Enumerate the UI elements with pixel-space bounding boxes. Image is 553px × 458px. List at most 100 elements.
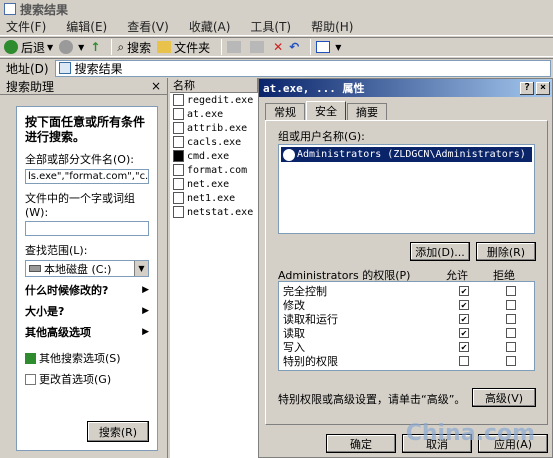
- deny-checkbox[interactable]: [505, 300, 516, 310]
- word-input[interactable]: [25, 221, 149, 236]
- undo-icon: ↶: [289, 40, 300, 54]
- link-label: 其他搜索选项(S): [39, 352, 121, 365]
- up-button[interactable]: ↑: [90, 40, 100, 54]
- assistant-close-icon[interactable]: ×: [151, 79, 161, 93]
- option-advanced[interactable]: 其他高级选项 ▶: [25, 324, 149, 340]
- file-name: at.exe: [187, 108, 224, 120]
- list-item[interactable]: attrib.exe: [170, 121, 258, 135]
- file-icon: [173, 94, 184, 106]
- address-input[interactable]: 搜索结果: [54, 59, 551, 77]
- address-label: 地址(D): [6, 61, 49, 76]
- deny-checkbox[interactable]: [505, 356, 516, 366]
- folders-button[interactable]: 文件夹: [157, 39, 210, 56]
- permission-row: 读取和运行 ✔: [279, 312, 534, 326]
- views-icon: [316, 41, 331, 53]
- search-button[interactable]: ⌕ 搜索: [117, 39, 151, 56]
- option-modified[interactable]: 什么时候修改的? ▶: [25, 282, 149, 298]
- tab-security[interactable]: 安全: [306, 101, 346, 120]
- chevron-down-icon[interactable]: ▼: [134, 261, 148, 276]
- list-item[interactable]: regedit.exe: [170, 93, 258, 107]
- list-item[interactable]: cacls.exe: [170, 135, 258, 149]
- folders-label: 文件夹: [174, 40, 211, 55]
- list-item[interactable]: net1.exe: [170, 191, 258, 205]
- ok-button[interactable]: 确定: [326, 434, 396, 453]
- allow-checkbox[interactable]: ✔: [458, 342, 469, 352]
- expand-arrow-icon: ▶: [142, 285, 149, 295]
- deny-checkbox[interactable]: [505, 328, 516, 338]
- undo-button[interactable]: ↶: [289, 40, 299, 54]
- up-folder-icon: ↑: [90, 40, 101, 54]
- forward-arrow-icon: [59, 40, 74, 54]
- help-button[interactable]: ?: [520, 81, 534, 95]
- security-tab-panel: 组或用户名称(G): Administrators (ZLDGCN\Admini…: [265, 120, 548, 425]
- option-label: 其他高级选项: [25, 326, 91, 339]
- user-row[interactable]: Administrators (ZLDGCN\Administrators): [281, 147, 532, 162]
- delete-button[interactable]: ✕: [273, 40, 283, 54]
- list-item[interactable]: at.exe: [170, 107, 258, 121]
- menubar: 文件(F) 编辑(E) 查看(V) 收藏(A) 工具(T) 帮助(H): [0, 18, 553, 36]
- allow-checkbox[interactable]: ✔: [458, 314, 469, 324]
- option-label: 什么时候修改的?: [25, 284, 109, 297]
- toolbar-separator: [111, 39, 113, 55]
- option-label: 大小是?: [25, 305, 65, 318]
- allow-checkbox[interactable]: [458, 356, 469, 366]
- allow-checkbox[interactable]: ✔: [458, 328, 469, 338]
- list-item[interactable]: format.com: [170, 163, 258, 177]
- window-title: 搜索结果: [20, 2, 69, 17]
- views-dropdown-icon[interactable]: ▼: [335, 43, 341, 52]
- forward-button[interactable]: ▼: [59, 40, 84, 54]
- deny-checkbox[interactable]: [505, 286, 516, 296]
- link-other-search[interactable]: 其他搜索选项(S): [25, 350, 149, 366]
- folder-icon: [157, 41, 172, 53]
- menu-view[interactable]: 查看(V): [127, 18, 169, 35]
- expand-arrow-icon: ▶: [142, 327, 149, 337]
- menu-file[interactable]: 文件(F): [6, 18, 46, 35]
- menu-tools[interactable]: 工具(T): [250, 18, 291, 35]
- file-name: net.exe: [187, 178, 230, 190]
- back-button[interactable]: 后退 ▼: [4, 39, 53, 56]
- option-size[interactable]: 大小是? ▶: [25, 303, 149, 319]
- word-label: 文件中的一个字或词组(W):: [25, 192, 135, 219]
- permission-row: 写入 ✔: [279, 340, 534, 354]
- dialog-titlebar: at.exe, ... 属性 ? ×: [259, 79, 552, 97]
- close-button[interactable]: ×: [536, 81, 550, 95]
- menu-help[interactable]: 帮助(H): [311, 18, 353, 35]
- file-icon: [173, 164, 184, 176]
- advanced-button[interactable]: 高级(V): [472, 388, 536, 407]
- filename-input[interactable]: ls.exe","format.com","c.exe": [25, 169, 149, 184]
- list-item[interactable]: cmd.exe: [170, 149, 258, 163]
- deny-checkbox[interactable]: [505, 342, 516, 352]
- move-to-button[interactable]: [227, 41, 244, 53]
- back-dropdown-icon[interactable]: ▼: [47, 43, 53, 52]
- tab-general[interactable]: 常规: [265, 103, 305, 120]
- column-header-name[interactable]: 名称: [170, 78, 258, 93]
- list-item[interactable]: net.exe: [170, 177, 258, 191]
- menu-edit[interactable]: 编辑(E): [66, 18, 107, 35]
- user-name: Administrators (ZLDGCN\Administrators): [297, 149, 526, 160]
- permission-row: 修改 ✔: [279, 298, 534, 312]
- search-submit-button[interactable]: 搜索(R): [87, 421, 149, 442]
- permission-row: 完全控制 ✔: [279, 284, 534, 298]
- link-preferences[interactable]: 更改首选项(G): [25, 371, 149, 387]
- file-icon: [173, 178, 184, 190]
- file-name: regedit.exe: [187, 94, 254, 106]
- copy-to-button[interactable]: [250, 41, 267, 53]
- list-item[interactable]: netstat.exe: [170, 205, 258, 219]
- user-list[interactable]: Administrators (ZLDGCN\Administrators): [278, 144, 535, 234]
- file-name: cmd.exe: [187, 150, 230, 162]
- assistant-header: 搜索助理 ×: [0, 78, 167, 95]
- user-group-icon: [283, 148, 295, 161]
- allow-checkbox[interactable]: ✔: [458, 286, 469, 296]
- remove-button[interactable]: 删除(R): [476, 242, 536, 261]
- add-button[interactable]: 添加(D)...: [410, 242, 470, 261]
- file-name: netstat.exe: [187, 206, 254, 218]
- tab-summary[interactable]: 摘要: [347, 103, 387, 120]
- menu-favorites[interactable]: 收藏(A): [189, 18, 231, 35]
- allow-checkbox[interactable]: ✔: [458, 300, 469, 310]
- search-results-icon: [58, 62, 71, 74]
- lookin-select[interactable]: 本地磁盘 (C:) ▼: [25, 260, 149, 277]
- views-button[interactable]: ▼: [316, 41, 341, 53]
- assistant-title: 搜索助理: [6, 79, 55, 94]
- deny-checkbox[interactable]: [505, 314, 516, 324]
- forward-dropdown-icon[interactable]: ▼: [78, 43, 84, 52]
